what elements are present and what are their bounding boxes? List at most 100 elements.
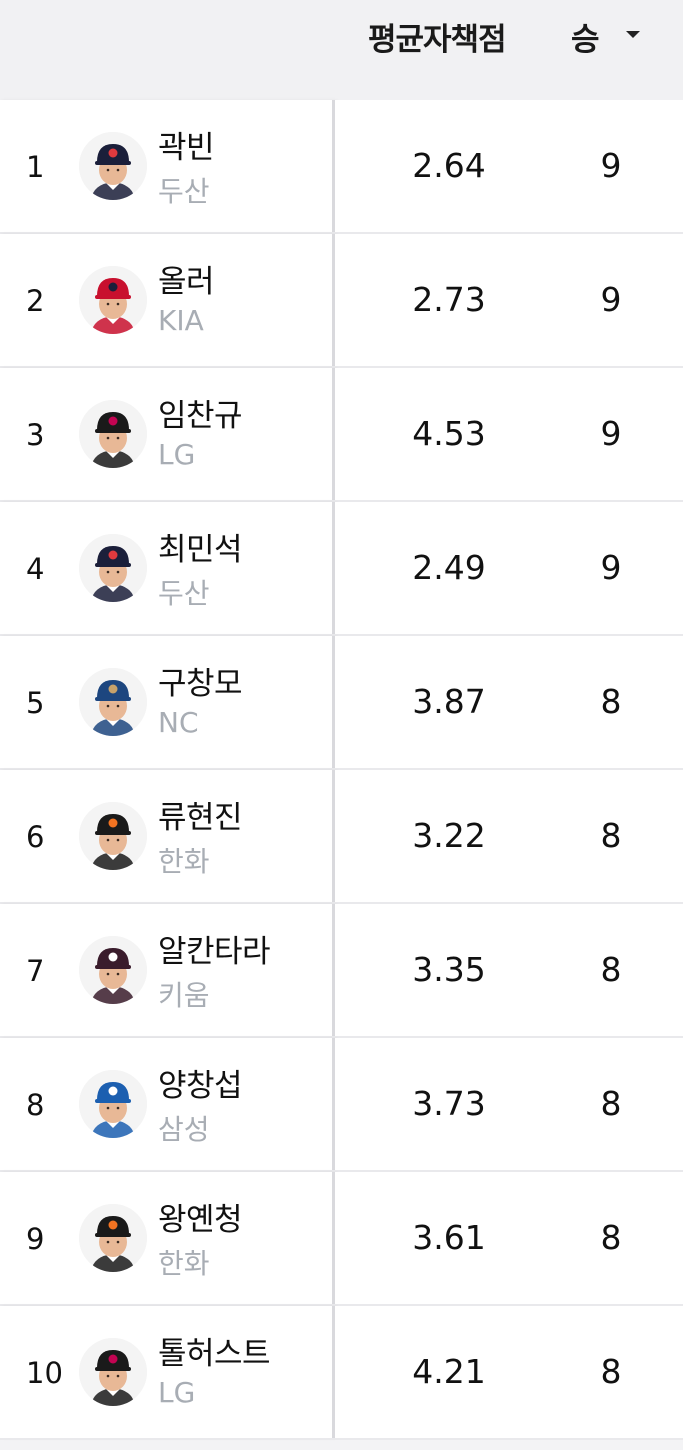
player-name[interactable]: 임찬규 [158,390,243,435]
player-name[interactable]: 왕옌청 [158,1194,243,1239]
player-name[interactable]: 최민석 [158,524,243,569]
player-avatar[interactable] [79,1204,147,1272]
player-cell[interactable]: 5 구창모 NC [0,636,335,768]
player-cell[interactable]: 8 양창섭 삼성 [0,1038,335,1170]
wins-value: 8 [600,682,622,721]
wins-value: 8 [600,950,622,989]
player-cell[interactable]: 3 임찬규 LG [0,368,335,500]
table-header: 평균자책점 승 [0,0,683,100]
wins-value: 9 [600,414,622,453]
rank-number: 10 [26,1356,63,1390]
player-ranking-list: 1 곽빈 두산 2.64 9 2 올러 KIA 2.73 9 3 임찬규 LG … [0,100,683,1440]
team-name: 두산 [158,577,210,610]
wins-value: 9 [600,146,622,185]
table-row[interactable]: 4 최민석 두산 2.49 9 [0,502,683,636]
column-header-era[interactable]: 평균자책점 [368,14,507,59]
stats-cell: 4.53 9 [335,368,683,500]
player-name[interactable]: 류현진 [158,792,243,837]
stats-cell: 4.21 8 [335,1306,683,1438]
era-value: 3.61 [412,1218,486,1257]
wins-value: 8 [600,1352,622,1391]
stats-cell: 2.73 9 [335,234,683,366]
table-row[interactable]: 2 올러 KIA 2.73 9 [0,234,683,368]
team-name: KIA [158,304,204,337]
stats-cell: 3.35 8 [335,904,683,1036]
team-name: 키움 [158,979,210,1012]
rank-number: 7 [26,954,45,988]
team-name: NC [158,706,199,739]
era-value: 2.64 [412,146,486,185]
player-name[interactable]: 올러 [158,256,215,301]
era-value: 2.49 [412,548,486,587]
era-value: 2.73 [412,280,486,319]
player-name[interactable]: 알칸타라 [158,926,271,971]
player-cell[interactable]: 4 최민석 두산 [0,502,335,634]
era-value: 3.73 [412,1084,486,1123]
player-avatar[interactable] [79,1070,147,1138]
wins-value: 8 [600,1084,622,1123]
team-name: 삼성 [158,1113,210,1146]
player-name[interactable]: 양창섭 [158,1060,243,1105]
rank-number: 4 [26,552,45,586]
table-row[interactable]: 5 구창모 NC 3.87 8 [0,636,683,770]
row-divider [0,1438,683,1440]
player-avatar[interactable] [79,400,147,468]
player-cell[interactable]: 2 올러 KIA [0,234,335,366]
stats-cell: 3.87 8 [335,636,683,768]
player-avatar[interactable] [79,668,147,736]
player-photo-icon [79,266,147,334]
player-photo-icon [79,802,147,870]
rank-number: 1 [26,150,45,184]
era-value: 4.21 [412,1352,486,1391]
player-avatar[interactable] [79,1338,147,1406]
player-cell[interactable]: 1 곽빈 두산 [0,100,335,232]
table-row[interactable]: 10 톨허스트 LG 4.21 8 [0,1306,683,1440]
team-name: LG [158,438,196,471]
era-value: 3.22 [412,816,486,855]
table-row[interactable]: 3 임찬규 LG 4.53 9 [0,368,683,502]
stats-cell: 3.73 8 [335,1038,683,1170]
column-header-wins[interactable]: 승 [571,14,600,59]
rank-number: 8 [26,1088,45,1122]
table-row[interactable]: 6 류현진 한화 3.22 8 [0,770,683,904]
rank-number: 2 [26,284,45,318]
team-name: 한화 [158,1247,210,1280]
player-photo-icon [79,668,147,736]
list-bottom [0,1440,683,1450]
player-photo-icon [79,936,147,1004]
table-row[interactable]: 7 알칸타라 키움 3.35 8 [0,904,683,1038]
player-cell[interactable]: 7 알칸타라 키움 [0,904,335,1036]
table-row[interactable]: 9 왕옌청 한화 3.61 8 [0,1172,683,1306]
era-value: 3.87 [412,682,486,721]
player-avatar[interactable] [79,534,147,602]
player-name[interactable]: 구창모 [158,658,243,703]
stats-cell: 3.22 8 [335,770,683,902]
rank-number: 6 [26,820,45,854]
player-photo-icon [79,1338,147,1406]
team-name: LG [158,1376,196,1409]
team-name: 두산 [158,175,210,208]
player-avatar[interactable] [79,802,147,870]
table-row[interactable]: 8 양창섭 삼성 3.73 8 [0,1038,683,1172]
stats-cell: 3.61 8 [335,1172,683,1304]
table-row[interactable]: 1 곽빈 두산 2.64 9 [0,100,683,234]
player-avatar[interactable] [79,936,147,1004]
player-cell[interactable]: 10 톨허스트 LG [0,1306,335,1438]
player-photo-icon [79,1070,147,1138]
player-avatar[interactable] [79,266,147,334]
wins-value: 8 [600,1218,622,1257]
player-cell[interactable]: 6 류현진 한화 [0,770,335,902]
player-photo-icon [79,534,147,602]
caret-down-icon[interactable] [626,31,640,38]
player-name[interactable]: 곽빈 [158,122,215,167]
player-cell[interactable]: 9 왕옌청 한화 [0,1172,335,1304]
player-name[interactable]: 톨허스트 [158,1328,271,1373]
team-name: 한화 [158,845,210,878]
player-avatar[interactable] [79,132,147,200]
stats-cell: 2.49 9 [335,502,683,634]
wins-value: 8 [600,816,622,855]
era-value: 4.53 [412,414,486,453]
stats-cell: 2.64 9 [335,100,683,232]
player-photo-icon [79,1204,147,1272]
player-photo-icon [79,400,147,468]
